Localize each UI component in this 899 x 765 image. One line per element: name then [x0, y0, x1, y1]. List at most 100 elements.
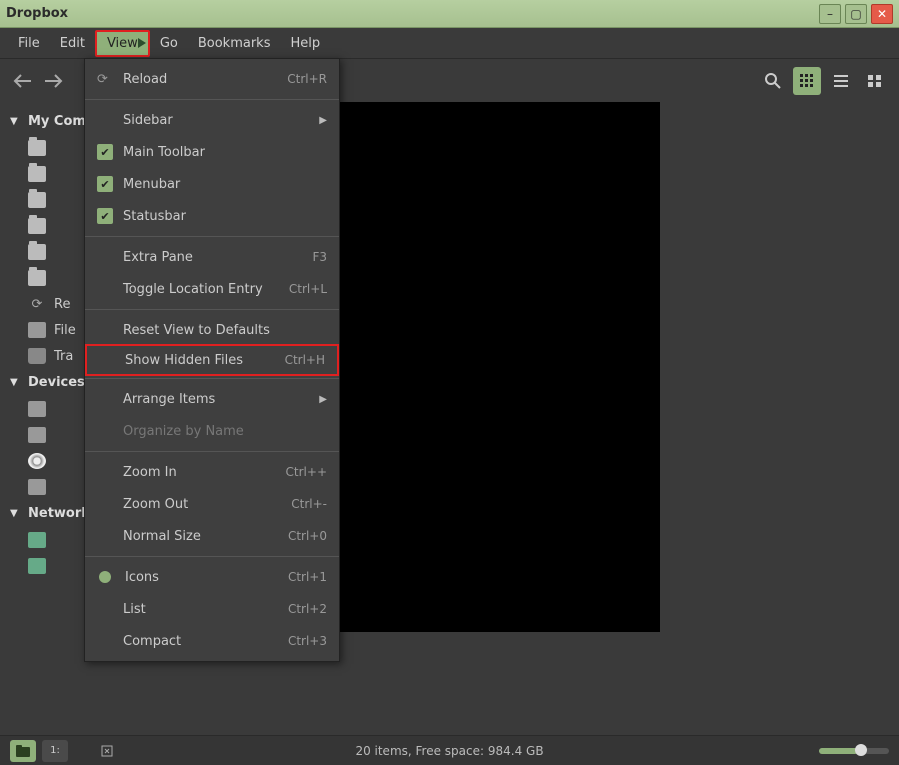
menu-separator	[85, 451, 339, 452]
sidebar-item-label: Tra	[54, 349, 73, 364]
minimize-button[interactable]: –	[819, 4, 841, 24]
menu-list-view[interactable]: List Ctrl+2	[85, 593, 339, 625]
network-folder-icon	[28, 532, 46, 548]
recent-icon: ⟳	[28, 296, 46, 312]
folder-icon	[28, 218, 46, 234]
menu-item-accel: Ctrl++	[286, 465, 327, 479]
menu-item-label: Menubar	[123, 177, 327, 192]
menu-edit[interactable]: Edit	[50, 32, 95, 55]
menu-item-label: Compact	[123, 634, 288, 649]
statusbar: 1: 20 items, Free space: 984.4 GB	[0, 735, 899, 765]
menu-help[interactable]: Help	[280, 32, 330, 55]
menu-item-label: Toggle Location Entry	[123, 282, 289, 297]
forward-button[interactable]	[42, 69, 66, 93]
list-icon	[834, 74, 848, 88]
status-text: 20 items, Free space: 984.4 GB	[355, 744, 543, 758]
checkbox-checked-icon: ✔	[97, 208, 113, 224]
menu-toggle-location[interactable]: Toggle Location Entry Ctrl+L	[85, 273, 339, 305]
menu-item-label: Reset View to Defaults	[123, 323, 327, 338]
titlebar: Dropbox – ▢ ✕	[0, 0, 899, 28]
menu-organize-by-name: Organize by Name	[85, 415, 339, 447]
chevron-down-icon: ▼	[10, 377, 22, 388]
close-pane-icon	[101, 745, 113, 757]
trash-icon	[28, 348, 46, 364]
reload-icon: ⟳	[97, 72, 123, 87]
view-dropdown-menu: ⟳ Reload Ctrl+R Sidebar ▶ ✔ Main Toolbar…	[84, 58, 340, 662]
menu-go[interactable]: Go	[150, 32, 188, 55]
disk-icon	[28, 453, 46, 469]
search-button[interactable]	[759, 67, 787, 95]
places-button[interactable]	[10, 740, 36, 762]
menu-item-accel: Ctrl+3	[288, 634, 327, 648]
menu-main-toolbar[interactable]: ✔ Main Toolbar	[85, 136, 339, 168]
menu-arrange-items[interactable]: Arrange Items ▶	[85, 383, 339, 415]
checkbox-checked-icon: ✔	[97, 144, 113, 160]
menu-file[interactable]: File	[8, 32, 50, 55]
drive-icon	[28, 427, 46, 443]
menu-item-accel: Ctrl+R	[287, 72, 327, 86]
compact-icon	[868, 74, 882, 88]
menu-zoom-in[interactable]: Zoom In Ctrl++	[85, 456, 339, 488]
menu-item-label: Zoom Out	[123, 497, 291, 512]
menu-item-accel: Ctrl+2	[288, 602, 327, 616]
menu-item-label: Sidebar	[123, 113, 319, 128]
menu-view[interactable]: View	[95, 30, 150, 57]
menu-item-label: Extra Pane	[123, 250, 312, 265]
submenu-arrow-icon: ▶	[319, 394, 327, 405]
zoom-slider[interactable]	[819, 748, 889, 754]
drive-icon	[28, 479, 46, 495]
menu-normal-size[interactable]: Normal Size Ctrl+0	[85, 520, 339, 552]
back-arrow-icon	[13, 74, 31, 88]
menu-separator	[85, 309, 339, 310]
menu-compact-view[interactable]: Compact Ctrl+3	[85, 625, 339, 657]
menu-item-label: Icons	[125, 570, 288, 585]
menu-separator	[85, 378, 339, 379]
radio-selected-icon	[99, 571, 111, 583]
menu-item-accel: Ctrl+L	[289, 282, 327, 296]
drive-icon	[28, 401, 46, 417]
close-button[interactable]: ✕	[871, 4, 893, 24]
close-pane-button[interactable]	[94, 740, 120, 762]
icon-view-button[interactable]	[793, 67, 821, 95]
folder-icon	[28, 244, 46, 260]
menu-item-label: Show Hidden Files	[125, 353, 285, 368]
sidebar-item-label: Re	[54, 297, 70, 312]
menu-item-accel: F3	[312, 250, 327, 264]
forward-arrow-icon	[45, 74, 63, 88]
chevron-down-icon: ▼	[10, 116, 22, 127]
grid-icon	[800, 74, 814, 88]
menu-bookmarks[interactable]: Bookmarks	[188, 32, 281, 55]
menu-zoom-out[interactable]: Zoom Out Ctrl+-	[85, 488, 339, 520]
menu-item-accel: Ctrl+0	[288, 529, 327, 543]
menu-item-label: Normal Size	[123, 529, 288, 544]
menu-menubar[interactable]: ✔ Menubar	[85, 168, 339, 200]
checkbox-checked-icon: ✔	[97, 176, 113, 192]
tree-button[interactable]: 1:	[42, 740, 68, 762]
menu-reset-view[interactable]: Reset View to Defaults	[85, 314, 339, 346]
menu-reload[interactable]: ⟳ Reload Ctrl+R	[85, 63, 339, 95]
menu-extra-pane[interactable]: Extra Pane F3	[85, 241, 339, 273]
compact-view-button[interactable]	[861, 67, 889, 95]
list-view-button[interactable]	[827, 67, 855, 95]
menu-item-accel: Ctrl+H	[285, 353, 325, 367]
menu-separator	[85, 236, 339, 237]
drive-icon	[28, 322, 46, 338]
search-icon	[765, 73, 781, 89]
folder-icon	[28, 140, 46, 156]
menu-icons-view[interactable]: Icons Ctrl+1	[85, 561, 339, 593]
menu-item-label: Arrange Items	[123, 392, 319, 407]
folder-icon	[16, 745, 30, 757]
folder-icon	[28, 166, 46, 182]
menu-statusbar[interactable]: ✔ Statusbar	[85, 200, 339, 232]
menu-show-hidden-files[interactable]: Show Hidden Files Ctrl+H	[85, 344, 339, 376]
menu-sidebar[interactable]: Sidebar ▶	[85, 104, 339, 136]
sidebar-item-label: File	[54, 323, 76, 338]
sidebar-section-label: Devices	[28, 375, 85, 390]
zoom-knob[interactable]	[855, 744, 867, 756]
maximize-button[interactable]: ▢	[845, 4, 867, 24]
menu-item-label: Organize by Name	[123, 424, 327, 439]
menu-separator	[85, 99, 339, 100]
menu-item-label: List	[123, 602, 288, 617]
back-button[interactable]	[10, 69, 34, 93]
menu-item-label: Main Toolbar	[123, 145, 327, 160]
